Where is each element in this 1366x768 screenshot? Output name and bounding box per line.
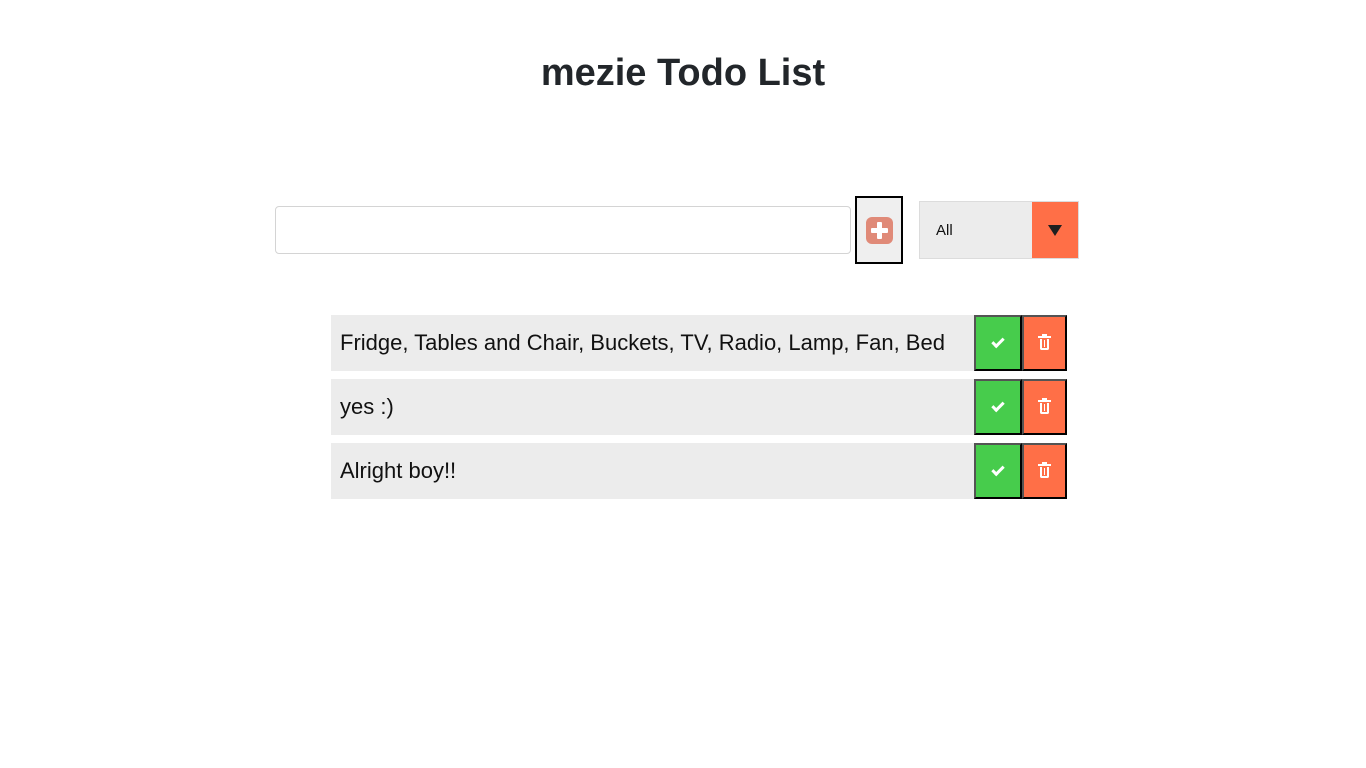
todo-item: Fridge, Tables and Chair, Buckets, TV, R… — [331, 315, 1067, 371]
check-icon — [991, 462, 1005, 477]
trash-icon — [1038, 398, 1051, 414]
todo-text: Fridge, Tables and Chair, Buckets, TV, R… — [340, 330, 945, 355]
delete-button[interactable] — [1022, 379, 1067, 435]
delete-button[interactable] — [1022, 443, 1067, 499]
filter-selected-value: All — [936, 222, 953, 239]
todo-text: yes :) — [340, 394, 394, 419]
todo-item: Alright boy!! — [331, 443, 1067, 499]
todo-text: Alright boy!! — [340, 458, 457, 483]
caret-down-icon — [1048, 224, 1062, 236]
todo-input[interactable] — [275, 206, 851, 254]
delete-button[interactable] — [1022, 315, 1067, 371]
check-icon — [991, 398, 1005, 413]
filter-select[interactable]: All — [919, 201, 1079, 259]
filter-dropdown-toggle[interactable] — [1032, 202, 1078, 258]
check-icon — [991, 334, 1005, 349]
todo-list: Fridge, Tables and Chair, Buckets, TV, R… — [331, 315, 1067, 507]
trash-icon — [1038, 462, 1051, 478]
complete-button[interactable] — [974, 379, 1022, 435]
trash-icon — [1038, 334, 1051, 350]
page-title: mezie Todo List — [540, 52, 826, 94]
complete-button[interactable] — [974, 443, 1022, 499]
complete-button[interactable] — [974, 315, 1022, 371]
todo-item: yes :) — [331, 379, 1067, 435]
add-todo-button[interactable] — [855, 196, 903, 264]
plus-square-icon — [865, 216, 893, 244]
todo-app: mezie Todo List All Fridge, Tables and C… — [0, 0, 1366, 768]
